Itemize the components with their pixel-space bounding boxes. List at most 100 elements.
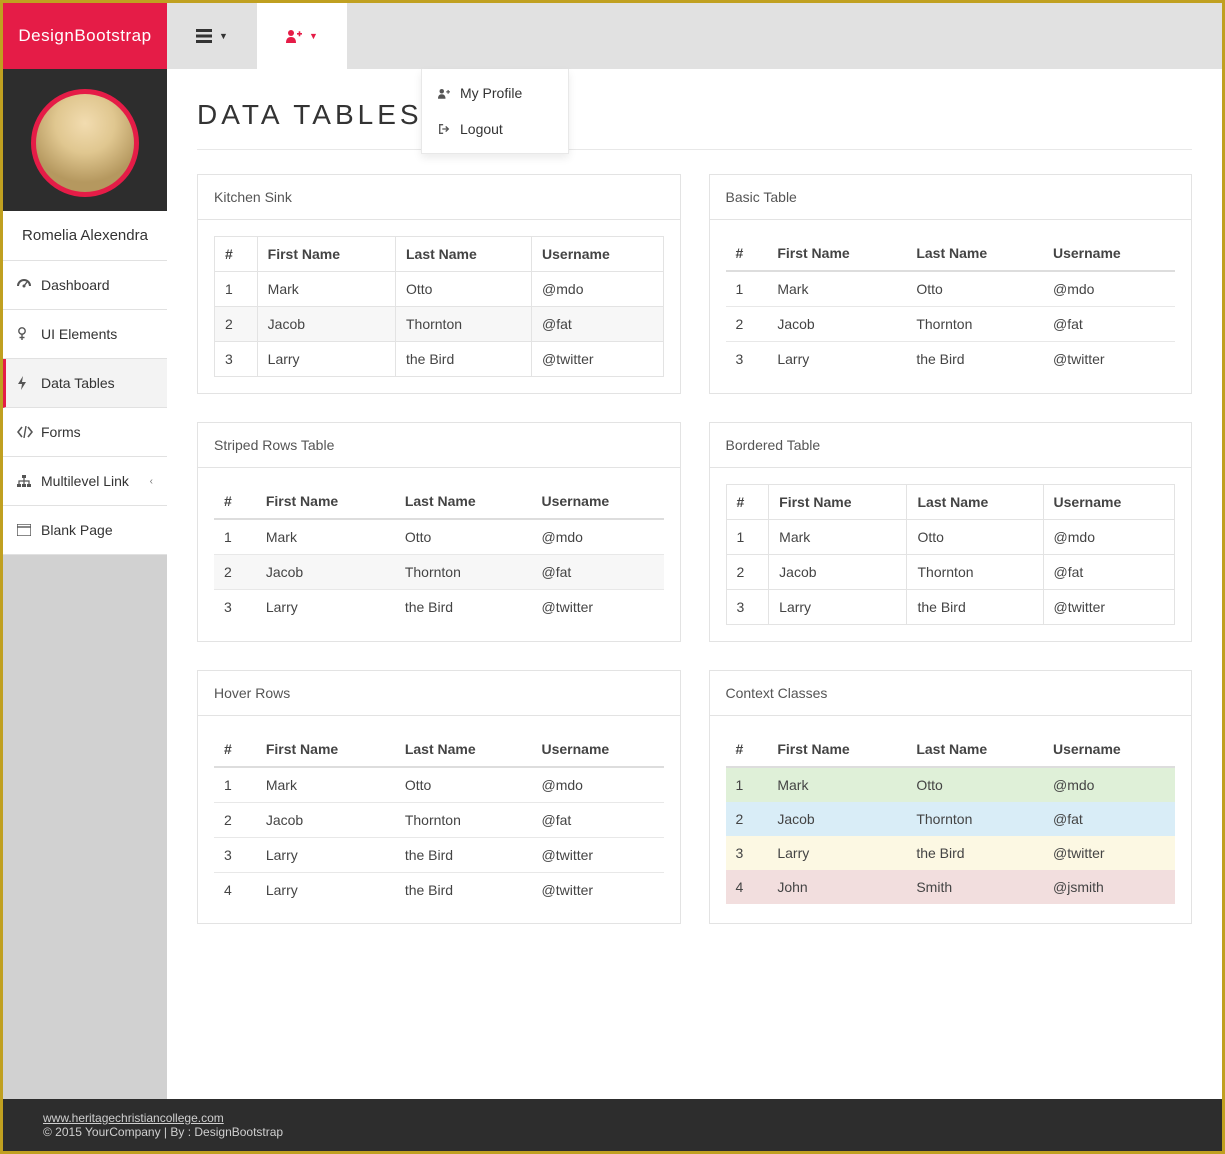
sidebar-item-multilevel-link[interactable]: Multilevel Link‹ <box>3 457 167 506</box>
table-cell: Otto <box>906 767 1043 802</box>
table-cell: Thornton <box>395 803 532 838</box>
table-cell: the Bird <box>395 873 532 908</box>
table-cell: @fat <box>532 803 664 838</box>
table-cell: the Bird <box>395 838 532 873</box>
table-header: Last Name <box>395 484 532 519</box>
table-row: 1MarkOtto@mdo <box>214 519 664 555</box>
panel-heading: Context Classes <box>710 671 1192 715</box>
table-row: 2JacobThornton@fat <box>214 803 664 838</box>
brand-logo[interactable]: DesignBootstrap <box>3 3 167 69</box>
table-header: Username <box>532 237 663 272</box>
table-row: 1MarkOtto@mdo <box>726 520 1175 555</box>
topbar-menu-toggle[interactable]: ▼ <box>167 3 257 69</box>
dropdown-my-profile[interactable]: My Profile <box>422 75 568 111</box>
panel-grid: Kitchen Sink #First NameLast NameUsernam… <box>197 174 1192 924</box>
table-cell: Thornton <box>395 307 531 342</box>
table-header: Username <box>1043 732 1175 767</box>
table-row: 2JacobThornton@fat <box>726 307 1176 342</box>
table-cell: 1 <box>726 271 768 307</box>
table-header: Last Name <box>395 237 531 272</box>
avatar[interactable] <box>36 94 134 192</box>
table-cell: Otto <box>907 520 1043 555</box>
table-header: # <box>215 237 258 272</box>
table-cell: Jacob <box>256 803 395 838</box>
table-header: First Name <box>256 732 395 767</box>
panel-context-classes: Context Classes #First NameLast NameUser… <box>709 670 1193 924</box>
table-cell: @fat <box>532 307 663 342</box>
table-row: 4Larrythe Bird@twitter <box>214 873 664 908</box>
footer-text: © 2015 YourCompany | By : DesignBootstra… <box>43 1125 1182 1139</box>
user-plus-icon <box>286 29 302 43</box>
table-cell: 1 <box>215 272 258 307</box>
table-kitchen-sink: #First NameLast NameUsername1MarkOtto@md… <box>214 236 664 377</box>
table-cell: @twitter <box>532 873 664 908</box>
table-row: 3Larrythe Bird@twitter <box>726 590 1175 625</box>
table-cell: Thornton <box>395 555 532 590</box>
sidebar-item-dashboard[interactable]: Dashboard <box>3 261 167 310</box>
table-cell: @twitter <box>532 838 664 873</box>
sidebar-item-blank-page[interactable]: Blank Page <box>3 506 167 555</box>
divider <box>197 149 1192 150</box>
panel-heading: Hover Rows <box>198 671 680 715</box>
panel-heading: Kitchen Sink <box>198 175 680 219</box>
table-cell: 1 <box>214 767 256 803</box>
table-cell: Smith <box>906 870 1043 904</box>
panel-kitchen-sink: Kitchen Sink #First NameLast NameUsernam… <box>197 174 681 394</box>
table-cell: 1 <box>214 519 256 555</box>
footer-link[interactable]: www.heritagechristiancollege.com <box>43 1111 224 1125</box>
dropdown-logout[interactable]: Logout <box>422 111 568 147</box>
table-cell: @twitter <box>532 590 664 625</box>
panel-basic-table: Basic Table #First NameLast NameUsername… <box>709 174 1193 394</box>
caret-down-icon: ▼ <box>219 31 228 41</box>
table-cell: the Bird <box>395 342 531 377</box>
window-icon <box>17 524 31 536</box>
sidebar-item-label: Dashboard <box>41 277 110 293</box>
sidebar-item-label: Forms <box>41 424 81 440</box>
table-header: Last Name <box>906 732 1043 767</box>
table-cell: @mdo <box>1043 271 1175 307</box>
code-icon <box>17 426 31 438</box>
table-cell: Mark <box>767 767 906 802</box>
table-cell: Otto <box>906 271 1043 307</box>
table-cell: Larry <box>256 873 395 908</box>
table-striped: #First NameLast NameUsername1MarkOtto@md… <box>214 484 664 624</box>
panel-striped-rows: Striped Rows Table #First NameLast NameU… <box>197 422 681 642</box>
table-cell: @twitter <box>1043 590 1174 625</box>
table-row: 3Larrythe Bird@twitter <box>215 342 664 377</box>
table-cell: Mark <box>767 271 906 307</box>
table-cell: Larry <box>256 590 395 625</box>
table-cell: 3 <box>726 342 768 377</box>
table-cell: the Bird <box>906 342 1043 377</box>
table-cell: 3 <box>726 590 769 625</box>
table-cell: @mdo <box>532 519 664 555</box>
table-cell: 3 <box>214 838 256 873</box>
sidebar-item-data-tables[interactable]: Data Tables <box>3 359 167 408</box>
table-header: # <box>726 485 769 520</box>
table-row: 2JacobThornton@fat <box>215 307 664 342</box>
table-cell: the Bird <box>907 590 1043 625</box>
avatar-ring <box>31 89 139 197</box>
table-row: 3Larrythe Bird@twitter <box>726 342 1176 377</box>
sidebar-item-ui-elements[interactable]: UI Elements <box>3 310 167 359</box>
table-cell: Larry <box>257 342 395 377</box>
sidebar-item-forms[interactable]: Forms <box>3 408 167 457</box>
table-cell: 2 <box>214 555 256 590</box>
panel-heading: Bordered Table <box>710 423 1192 467</box>
table-cell: Larry <box>256 838 395 873</box>
sidebar-item-label: Blank Page <box>41 522 113 538</box>
table-row: 2JacobThornton@fat <box>214 555 664 590</box>
table-cell: the Bird <box>906 836 1043 870</box>
table-cell: Larry <box>767 836 906 870</box>
topbar-user-dropdown[interactable]: ▼ <box>257 3 347 69</box>
table-hover: #First NameLast NameUsername1MarkOtto@md… <box>214 732 664 907</box>
table-cell: @fat <box>532 555 664 590</box>
table-cell: Jacob <box>769 555 907 590</box>
table-row: 1MarkOtto@mdo <box>726 271 1176 307</box>
table-cell: Mark <box>256 767 395 803</box>
table-context: #First NameLast NameUsername1MarkOtto@md… <box>726 732 1176 904</box>
table-header: # <box>214 484 256 519</box>
table-cell: Thornton <box>906 307 1043 342</box>
table-cell: 3 <box>726 836 768 870</box>
table-cell: Otto <box>395 767 532 803</box>
table-cell: 3 <box>215 342 258 377</box>
